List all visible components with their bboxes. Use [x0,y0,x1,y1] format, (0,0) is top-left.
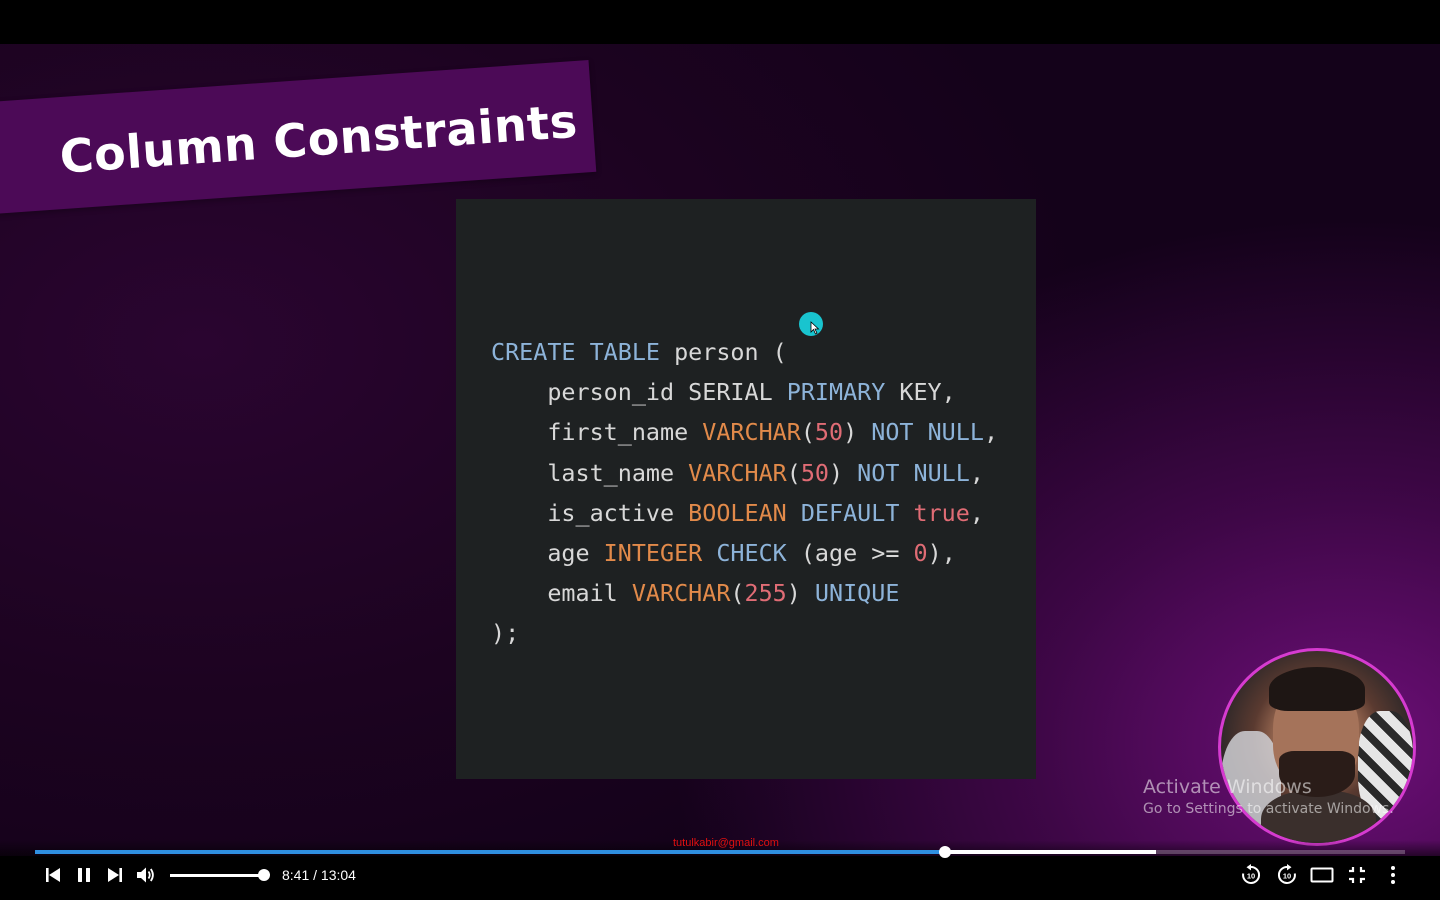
time-display: 8:41 / 13:04 [282,867,356,883]
code-line: first_name VARCHAR(50) NOT NULL, [491,418,998,446]
code-token: ( [800,418,815,447]
more-options-icon [1391,866,1395,884]
code-line: is_active BOOLEAN DEFAULT true, [491,499,984,527]
video-player[interactable]: Column Constraints CREATE TABLE person (… [0,0,1440,900]
code-line: person_id SERIAL PRIMARY KEY, [491,378,956,407]
code-token: age [491,539,604,568]
sql-code-block: CREATE TABLE person ( person_id SERIAL P… [491,332,998,654]
volume-icon [137,867,154,883]
code-token: person_id SERIAL [491,378,787,407]
progress-scrubber-handle[interactable] [938,846,951,858]
code-line: CREATE TABLE person ( [491,338,787,366]
player-controls: 8:41 / 13:04 10 10 [0,840,1440,900]
volume-level [170,874,264,877]
next-button[interactable] [104,864,126,886]
email-overlay-text: tutulkabir@gmail.com [673,837,779,849]
code-token: email [491,579,632,608]
progress-bar[interactable] [35,846,1405,858]
forward-10-icon: 10 [1278,864,1296,884]
code-token: is_active [491,498,689,527]
code-token: person ( [660,338,787,366]
code-token: KEY, [885,378,956,407]
code-token: ( [730,579,745,608]
code-token: 0 [913,539,928,568]
progress-played [35,850,945,854]
skip-next-icon [108,868,122,882]
volume-slider-handle[interactable] [258,869,270,881]
watermark-subtitle: Go to Settings to activate Windows. [1143,801,1394,817]
code-token: ) [786,579,815,608]
code-token: , [969,458,984,487]
code-token: ) [843,418,872,447]
volume-slider[interactable] [170,869,270,881]
theater-mode-icon [1310,867,1334,883]
code-token: 50 [800,458,829,487]
windows-activation-watermark: Activate Windows Go to Settings to activ… [1143,776,1394,820]
code-token: 255 [744,579,787,608]
rewind-10-icon: 10 [1242,864,1260,884]
code-token: ( [786,458,801,487]
code-token: CHECK [716,539,787,568]
code-token: first_name [491,418,703,447]
code-token: 50 [814,418,844,447]
rewind-10-button[interactable]: 10 [1240,864,1262,886]
code-token: NOT NULL [857,458,970,487]
code-token: DEFAULT [800,498,900,527]
code-panel: CREATE TABLE person ( person_id SERIAL P… [456,199,1036,779]
code-token: UNIQUE [814,579,900,608]
exit-fullscreen-icon [1349,867,1365,883]
pause-icon [78,868,90,882]
code-token: TABLE [589,338,661,366]
code-token: CREATE [491,338,576,366]
exit-fullscreen-button[interactable] [1346,864,1368,886]
code-line: ); [491,619,519,647]
previous-button[interactable] [42,864,64,886]
code-token: BOOLEAN [688,498,787,527]
code-line: email VARCHAR(255) UNIQUE [491,579,899,607]
video-frame[interactable]: Column Constraints CREATE TABLE person (… [0,44,1440,856]
code-token: last_name [491,458,689,487]
skip-previous-icon [46,868,60,882]
code-token: ) [829,458,858,487]
mouse-pointer-icon [810,321,820,335]
code-line: last_name VARCHAR(50) NOT NULL, [491,459,984,487]
forward-10-button[interactable]: 10 [1276,864,1298,886]
top-letterbox [0,0,1440,44]
watermark-title: Activate Windows [1143,776,1312,798]
svg-text:10: 10 [1247,872,1255,881]
code-token: , [969,498,984,527]
code-token: NOT NULL [871,418,984,447]
more-options-button[interactable] [1382,864,1404,886]
code-token: (age >= [786,539,914,568]
code-token: ); [491,619,520,648]
code-token: true [913,498,970,527]
code-token: VARCHAR [688,458,787,487]
code-token: VARCHAR [631,579,731,608]
pause-button[interactable] [73,864,95,886]
code-token: , [983,418,999,447]
code-token: ), [927,539,956,568]
volume-button[interactable] [135,864,157,886]
code-line: age INTEGER CHECK (age >= 0), [491,539,956,568]
code-token: PRIMARY [786,378,886,407]
code-token: VARCHAR [702,418,801,447]
code-token: INTEGER [603,539,703,568]
theater-mode-button[interactable] [1310,864,1334,886]
svg-text:10: 10 [1283,872,1291,881]
